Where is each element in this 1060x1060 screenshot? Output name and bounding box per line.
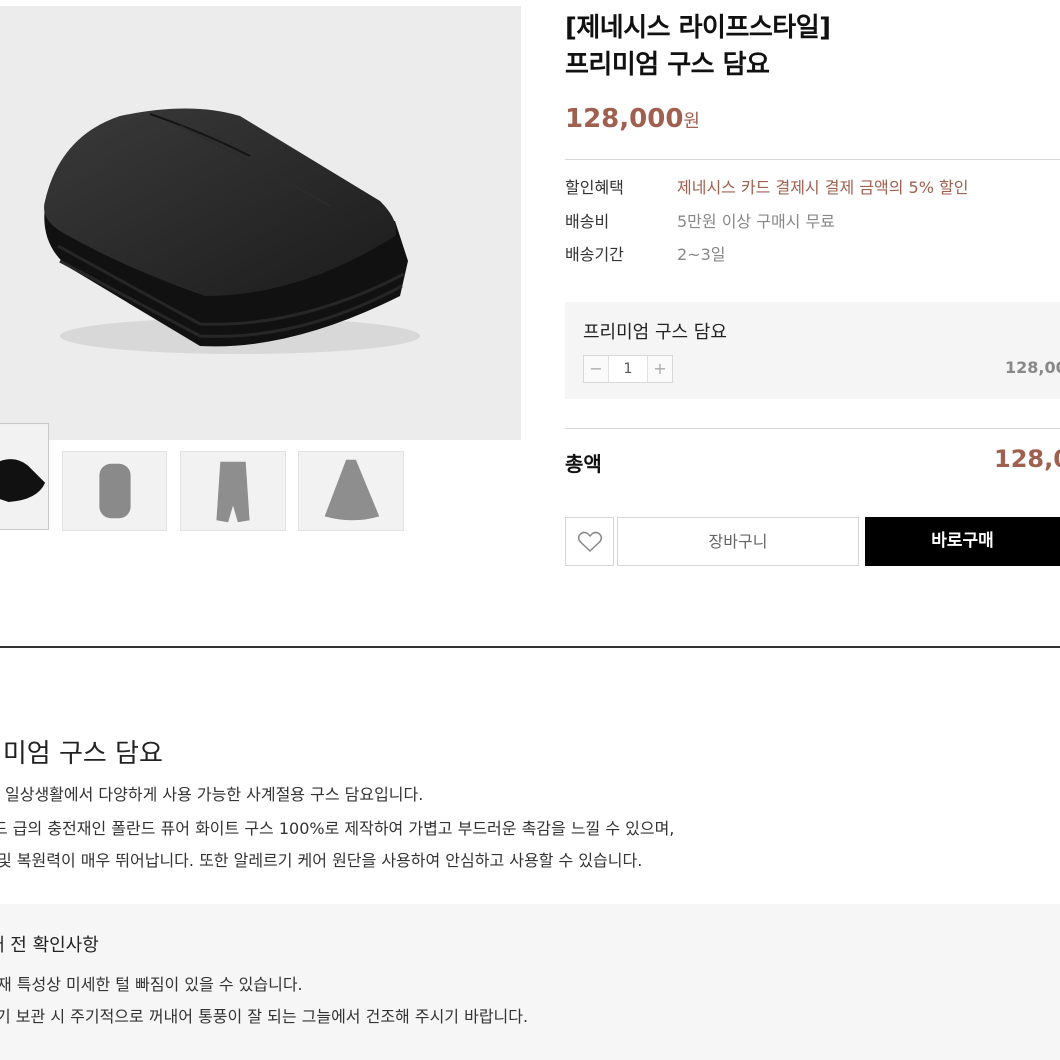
quantity-stepper: − 1 + [583, 355, 673, 383]
detail-text-line: 일상생활에서 다양하게 사용 가능한 사계절용 구스 담요입니다. [5, 785, 424, 804]
selected-option-box: 프리미엄 구스 담요 − 1 + 128,00 [565, 302, 1060, 399]
product-title: [제네시스 라이프스타일] 프리미엄 구스 담요 [565, 10, 831, 84]
thumbnail-rolled-image [63, 452, 166, 530]
price-currency: 원 [683, 111, 700, 132]
thumbnail-3[interactable] [180, 451, 286, 531]
detail-text-line: 드 급의 충전재인 폴란드 퓨어 화이트 구스 100%로 제작하여 가볍고 부… [0, 819, 675, 838]
buy-now-button[interactable]: 바로구매 [865, 517, 1060, 566]
quantity-increase-button[interactable]: + [648, 356, 672, 382]
total-value: 128,0( [994, 445, 1060, 473]
divider [565, 159, 1060, 160]
info-label: 배송기간 [565, 245, 624, 264]
product-main-image [0, 6, 521, 440]
product-title-line2: 프리미엄 구스 담요 [565, 50, 770, 80]
section-divider [0, 646, 1060, 648]
thumbnail-1[interactable] [0, 423, 49, 530]
wishlist-button[interactable] [565, 517, 614, 566]
notice-title: 매 전 확인사항 [0, 935, 99, 956]
option-name: 프리미엄 구스 담요 [583, 322, 727, 343]
product-price: 128,000원 [565, 104, 700, 134]
folded-blanket-image [44, 108, 420, 354]
detail-title: 프리미엄 구스 담요 [0, 739, 163, 769]
info-value: 제네시스 카드 결제시 결제 금액의 5% 할인 [677, 178, 969, 197]
notice-text-line: 기 보관 시 주기적으로 꺼내어 통풍이 잘 되는 그늘에서 건조해 주시기 바… [0, 1007, 529, 1026]
add-to-cart-button[interactable]: 장바구니 [617, 517, 859, 566]
option-price: 128,00 [1005, 358, 1060, 377]
total-label: 총액 [565, 452, 602, 476]
notice-text-line: 재 특성상 미세한 털 빠짐이 있을 수 있습니다. [0, 975, 303, 994]
detail-text-line: 및 복원력이 매우 뛰어납니다. 또한 알레르기 케어 원단을 사용하여 안심하… [0, 851, 643, 870]
thumbnail-4[interactable] [298, 451, 404, 531]
divider [565, 428, 1060, 429]
heart-icon [577, 531, 602, 552]
thumbnail-spread-image [299, 452, 403, 530]
quantity-decrease-button[interactable]: − [584, 356, 608, 382]
info-label: 할인혜택 [565, 178, 624, 197]
thumbnail-blanket-image [0, 425, 48, 528]
info-value: 2~3일 [677, 245, 726, 264]
product-title-line1: [제네시스 라이프스타일] [565, 13, 831, 43]
thumbnail-draped-image [181, 452, 285, 530]
info-value: 5만원 이상 구매시 무료 [677, 212, 835, 231]
price-amount: 128,000 [565, 104, 684, 134]
thumbnail-2[interactable] [62, 451, 167, 531]
info-label: 배송비 [565, 212, 610, 231]
quantity-input[interactable]: 1 [608, 356, 648, 382]
